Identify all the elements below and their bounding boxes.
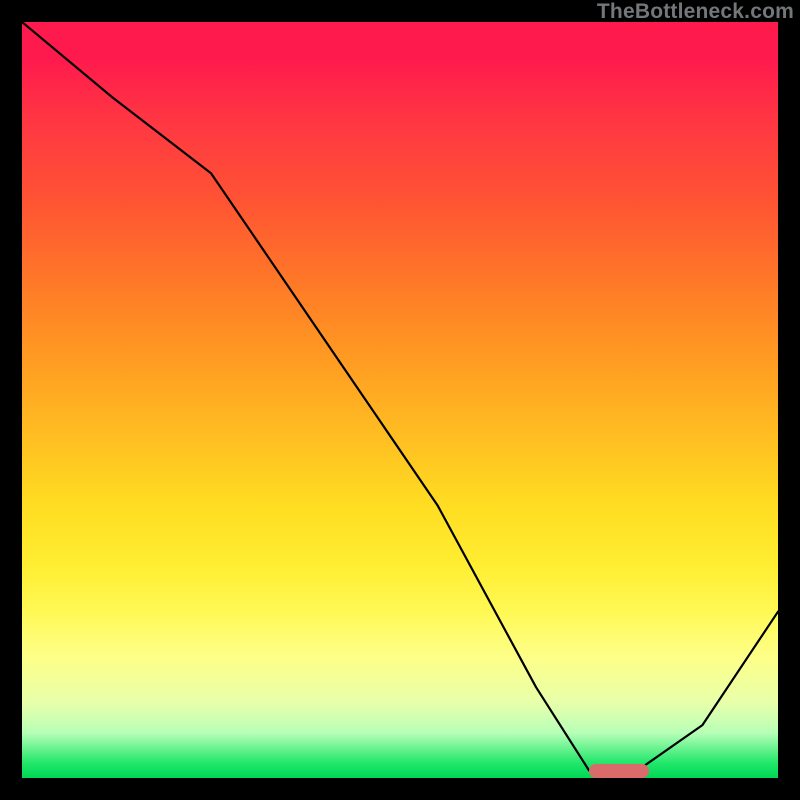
plot-gradient-background: [22, 22, 778, 778]
watermark-text: TheBottleneck.com: [597, 0, 794, 24]
chart-canvas: TheBottleneck.com: [0, 0, 800, 800]
optimal-range-marker: [589, 764, 649, 778]
